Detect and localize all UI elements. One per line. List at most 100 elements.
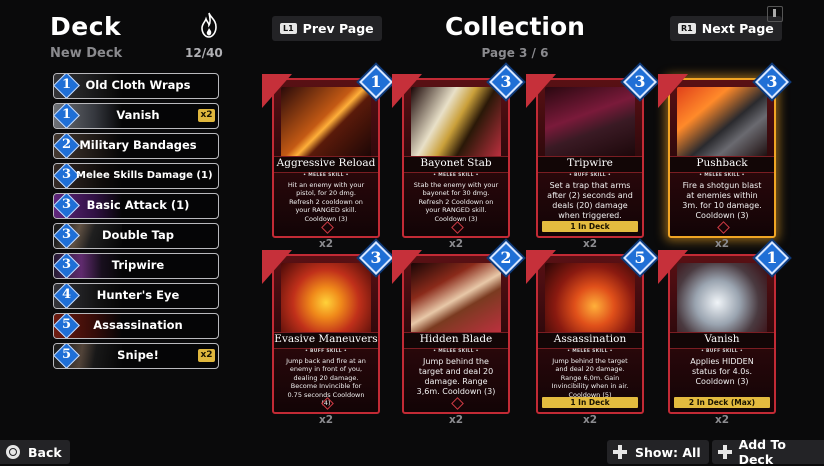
- card-quantity: x2: [318, 414, 334, 426]
- card-assassination[interactable]: Assassination • MELEE SKILL • Jump behin…: [526, 241, 657, 414]
- deck-row-label: Snipe!: [117, 348, 159, 362]
- add-to-deck-button[interactable]: Add To Deck: [712, 437, 824, 466]
- card-aggressive-reload[interactable]: Aggressive Reload • MELEE SKILL • Hit an…: [262, 65, 393, 238]
- card-pushback[interactable]: Pushback • MELEE SKILL • Fire a shotgun …: [658, 65, 789, 238]
- diamond-icon: [451, 397, 464, 410]
- deck-row-hunters-eye[interactable]: 4 Hunter's Eye: [53, 283, 219, 309]
- in-deck-badge: 1 In Deck: [542, 221, 638, 232]
- card-type: • BUFF SKILL •: [568, 173, 612, 178]
- deck-row-label: Tripwire: [111, 258, 165, 272]
- deck-card-list: 1 Old Cloth Wraps 1 Vanish x2 2 Military…: [53, 73, 219, 373]
- card-title: Pushback: [696, 157, 748, 169]
- cost-gem: 1: [755, 241, 789, 275]
- collection-title: Collection: [445, 12, 585, 41]
- card-title: Assassination: [553, 333, 627, 345]
- cost-gem: 3: [755, 65, 789, 99]
- card-type: • MELEE SKILL •: [567, 349, 613, 354]
- deck-title: Deck: [50, 12, 122, 41]
- diamond-icon: [321, 221, 334, 234]
- deck-row-basic-attack[interactable]: 3 Basic Attack (1): [53, 193, 219, 219]
- card-title: Hidden Blade: [419, 333, 493, 345]
- dpad-icon: [718, 445, 732, 459]
- deck-row-label: Double Tap: [102, 228, 174, 242]
- banner-flag-icon: [658, 250, 688, 284]
- banner-flag-icon: [658, 74, 688, 108]
- close-icon[interactable]: [767, 6, 783, 22]
- diamond-icon: [451, 221, 464, 234]
- deck-row-vanish[interactable]: 1 Vanish x2: [53, 103, 219, 129]
- deck-row-label: Old Cloth Wraps: [85, 78, 191, 92]
- diamond-icon: [717, 221, 730, 234]
- deck-row-double-tap[interactable]: 3 Double Tap: [53, 223, 219, 249]
- cost-gem: 3: [489, 65, 523, 99]
- card-bayonet-stab[interactable]: Bayonet Stab • MELEE SKILL • Stab the en…: [392, 65, 523, 238]
- cost-gem: 3: [623, 65, 657, 99]
- banner-flag-icon: [392, 74, 422, 108]
- deck-row-label: Vanish: [116, 108, 160, 122]
- prev-page-label: Prev Page: [302, 21, 374, 36]
- deck-row-label: Basic Attack (1): [86, 198, 190, 212]
- card-quantity: x2: [448, 414, 464, 426]
- card-type: • MELEE SKILL •: [433, 173, 479, 178]
- deck-name: New Deck: [50, 46, 123, 61]
- banner-flag-icon: [262, 250, 292, 284]
- card-title: Vanish: [704, 333, 740, 345]
- deck-row-label: Military Bandages: [79, 138, 197, 152]
- show-filter-button[interactable]: Show: All: [607, 440, 709, 464]
- l1-button-icon: L1: [280, 23, 297, 34]
- in-deck-badge: 1 In Deck: [542, 397, 638, 408]
- banner-flag-icon: [262, 74, 292, 108]
- card-evasive-maneuvers[interactable]: Evasive Maneuvers • BUFF SKILL • Jump ba…: [262, 241, 393, 414]
- card-description: Jump behind the target and deal 20 damag…: [416, 357, 496, 396]
- prev-page-button[interactable]: L1 Prev Page: [272, 16, 382, 41]
- dpad-icon: [613, 445, 627, 459]
- deck-row-melee-skills-damage[interactable]: 3 Melee Skills Damage (1): [53, 163, 219, 189]
- card-description: Applies HIDDEN status for 4.0s. Cooldown…: [690, 357, 754, 386]
- banner-flag-icon: [526, 74, 556, 108]
- card-type: • MELEE SKILL •: [699, 173, 745, 178]
- deck-row-label: Hunter's Eye: [96, 288, 180, 302]
- card-type: • MELEE SKILL •: [433, 349, 479, 354]
- card-type: • MELEE SKILL •: [303, 173, 349, 178]
- show-filter-label: Show: All: [635, 444, 701, 460]
- circle-button-icon: [6, 445, 20, 459]
- card-title: Bayonet Stab: [420, 157, 492, 169]
- next-page-label: Next Page: [701, 21, 774, 36]
- card-tripwire[interactable]: Tripwire • BUFF SKILL • Set a trap that …: [526, 65, 657, 238]
- cost-gem: 3: [359, 241, 393, 275]
- flame-icon: [201, 12, 217, 38]
- cost-gem: 1: [359, 65, 393, 99]
- back-button[interactable]: Back: [0, 440, 70, 464]
- back-label: Back: [28, 444, 62, 460]
- r1-button-icon: R1: [678, 23, 696, 34]
- next-page-button[interactable]: R1 Next Page: [670, 16, 782, 41]
- banner-flag-icon: [392, 250, 422, 284]
- qty-badge: x2: [198, 109, 215, 122]
- card-type: • BUFF SKILL •: [304, 349, 348, 354]
- card-title: Aggressive Reload: [276, 157, 376, 169]
- in-deck-badge: 2 In Deck (Max): [674, 397, 770, 408]
- deck-row-military-bandages[interactable]: 2 Military Bandages: [53, 133, 219, 159]
- deck-row-label: Melee Skills Damage (1): [76, 170, 213, 181]
- deck-count: 12/40: [185, 46, 223, 60]
- card-description: Stab the enemy with your bayonet for 30 …: [413, 181, 499, 223]
- cost-gem: 5: [623, 241, 657, 275]
- deck-row-old-cloth-wraps[interactable]: 1 Old Cloth Wraps: [53, 73, 219, 99]
- deck-row-label: Assassination: [93, 318, 183, 332]
- qty-badge: x2: [198, 349, 215, 362]
- card-type: • BUFF SKILL •: [700, 349, 744, 354]
- card-description: Fire a shotgun blast at enemies within 3…: [682, 181, 762, 220]
- card-title: Evasive Maneuvers: [274, 333, 378, 345]
- card-title: Tripwire: [567, 157, 613, 169]
- card-hidden-blade[interactable]: Hidden Blade • MELEE SKILL • Jump behind…: [392, 241, 523, 414]
- page-indicator: Page 3 / 6: [481, 46, 549, 60]
- card-vanish[interactable]: Vanish • BUFF SKILL • Applies HIDDEN sta…: [658, 241, 789, 414]
- card-quantity: x2: [582, 414, 598, 426]
- deck-row-assassination[interactable]: 5 Assassination: [53, 313, 219, 339]
- card-description: Jump behind the target and deal 20 damag…: [551, 357, 629, 399]
- cost-gem: 2: [489, 241, 523, 275]
- deck-row-tripwire[interactable]: 3 Tripwire: [53, 253, 219, 279]
- deck-row-snipe[interactable]: 5 Snipe! x2: [53, 343, 219, 369]
- banner-flag-icon: [526, 250, 556, 284]
- card-quantity: x2: [714, 414, 730, 426]
